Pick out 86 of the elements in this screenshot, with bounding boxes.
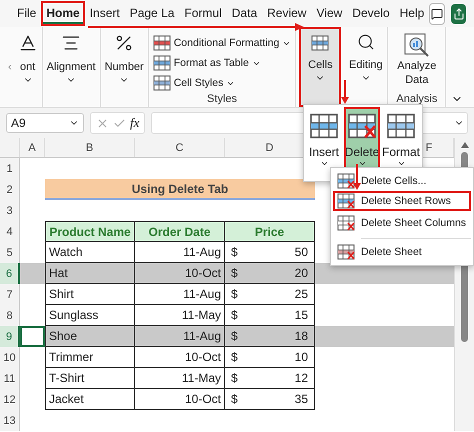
price-value: 35 [294, 392, 308, 406]
currency-sign: $ [231, 287, 238, 301]
ribbon-tab[interactable]: Insert [84, 1, 125, 26]
insert-function-button[interactable]: fx [130, 115, 140, 131]
caret-icon [320, 159, 328, 168]
column-header[interactable]: A [20, 138, 45, 157]
share-icon [452, 8, 465, 20]
price-value: 20 [294, 266, 308, 280]
font-color-icon [18, 33, 38, 53]
analyze-data-button[interactable]: Analyze Data [394, 59, 440, 87]
column-header[interactable]: C [135, 138, 225, 157]
currency-sign: $ [231, 266, 238, 280]
ribbon-tab[interactable]: Help [394, 1, 430, 26]
cells-button[interactable]: Cells [299, 27, 342, 107]
row-header[interactable]: 9 [0, 326, 20, 347]
price-value: 12 [294, 371, 308, 385]
scroll-up-icon[interactable] [460, 142, 468, 148]
ribbon-tab[interactable]: Formul [179, 1, 227, 26]
menu-item[interactable]: Delete Sheet [333, 242, 471, 262]
row-header[interactable]: 13 [0, 410, 20, 431]
styles-menu-button[interactable]: Format as Table [152, 53, 261, 73]
menu-item[interactable]: Delete Sheet Rows [333, 191, 471, 211]
table-grid-icon [311, 35, 330, 51]
currency-sign: $ [231, 392, 238, 406]
ribbon-tab[interactable]: Develo [347, 1, 395, 26]
caret-icon [358, 159, 366, 168]
table-header: Order Date [135, 221, 225, 242]
ribbon-tab[interactable]: View [311, 1, 348, 26]
row-header[interactable]: 2 [0, 179, 20, 200]
row-header[interactable]: 11 [0, 368, 20, 389]
column-header[interactable]: B [45, 138, 135, 157]
currency-sign: $ [231, 245, 238, 259]
row-header[interactable]: 7 [0, 284, 20, 305]
row-header[interactable]: 12 [0, 389, 20, 410]
conditional-formatting-icon [152, 35, 171, 51]
scroll-left-button[interactable]: ‹ [0, 61, 14, 73]
editing-button[interactable]: Editing [349, 59, 383, 71]
comment-icon [431, 8, 444, 20]
table-format-icon [152, 55, 171, 71]
name-box[interactable]: A9 [6, 113, 84, 133]
ribbon-tab[interactable]: Page La [124, 1, 180, 26]
currency-sign: $ [231, 308, 238, 322]
percent-icon [114, 33, 134, 53]
group-label: Analysis [396, 93, 438, 105]
price-value: 15 [294, 308, 308, 322]
ribbon-button-label[interactable]: ont [20, 61, 36, 73]
delete-row-icon [337, 193, 355, 209]
row-header[interactable]: 8 [0, 305, 20, 326]
share-button[interactable] [451, 4, 466, 24]
menu-item[interactable]: Delete Sheet Columns [333, 211, 471, 235]
delete-sheet-icon [337, 244, 355, 260]
row-header[interactable]: 4 [0, 221, 20, 242]
price-value: 50 [294, 245, 308, 259]
styles-menu-button[interactable]: Cell Styles [152, 73, 236, 93]
price-value: 25 [294, 287, 308, 301]
currency-sign: $ [231, 350, 238, 364]
row-header[interactable]: 6 [0, 263, 20, 284]
styles-menu-button[interactable]: Conditional Formatting [152, 33, 292, 53]
currency-sign: $ [231, 371, 238, 385]
ribbon-button-label[interactable]: Number [104, 61, 144, 73]
comments-button[interactable] [429, 2, 446, 24]
group-label: Styles [207, 93, 238, 105]
row-header[interactable]: 3 [0, 200, 20, 221]
annotation-arrow [341, 80, 349, 104]
row-header[interactable]: 1 [0, 158, 20, 179]
row-header[interactable]: 5 [0, 242, 20, 263]
active-cell[interactable] [20, 326, 45, 347]
ribbon-button-label[interactable]: Alignment [46, 61, 96, 73]
caret-icon [396, 159, 406, 168]
annotation-arrow [353, 164, 361, 190]
delete-column-icon [337, 215, 355, 231]
ribbon-tab[interactable]: Home [41, 1, 85, 26]
table-header: Price [225, 221, 315, 242]
search-icon [356, 33, 375, 51]
price-value: 18 [294, 329, 308, 343]
price-value: 10 [294, 350, 308, 364]
ribbon-tab[interactable]: File [12, 1, 42, 26]
table-header: Product Name [45, 221, 135, 242]
cell-styles-icon [152, 75, 171, 91]
chart-magnifier-icon [404, 33, 430, 57]
ribbon-tab[interactable]: Review [262, 1, 312, 26]
delete-cells-icon [337, 173, 355, 189]
ribbon-tab[interactable]: Data [226, 1, 262, 26]
sheet-title: Using Delete Tab [45, 179, 315, 200]
row-header[interactable]: 10 [0, 347, 20, 368]
currency-sign: $ [231, 329, 238, 343]
